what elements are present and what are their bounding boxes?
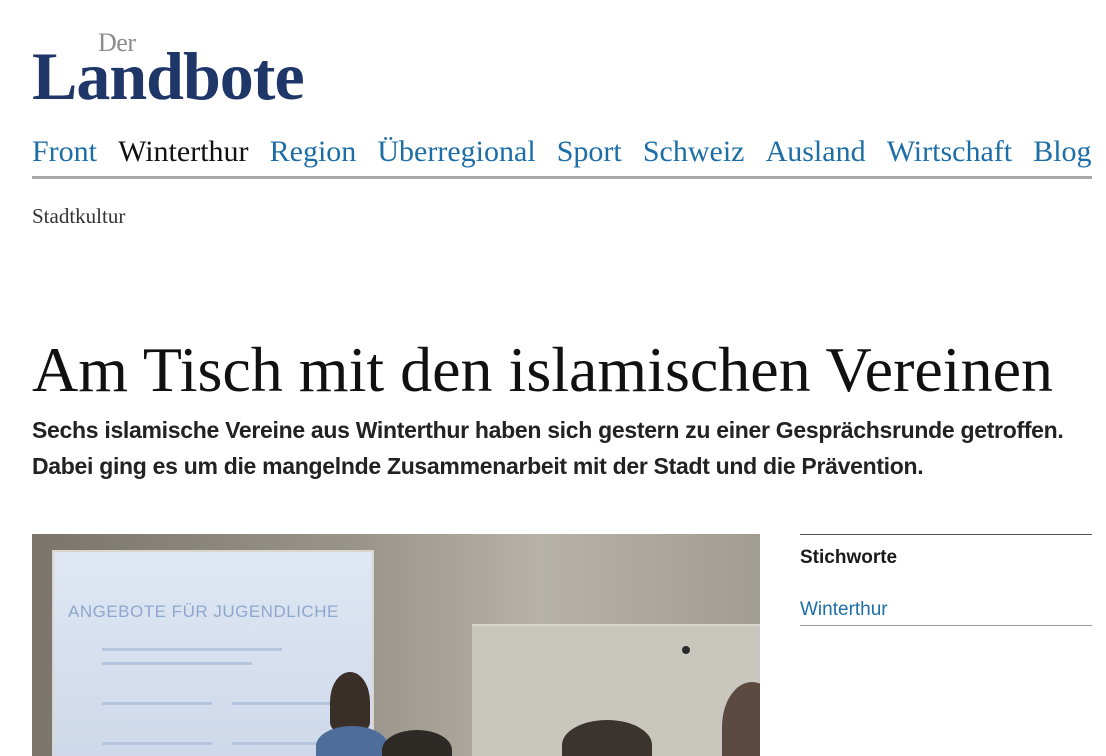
photo-screen-title: ANGEBOTE FÜR JUGENDLICHE (68, 602, 339, 621)
site-logo[interactable]: Der Landbote (32, 28, 305, 114)
nav-item-ausland[interactable]: Ausland (766, 132, 866, 172)
keyword-link-winterthur[interactable]: Winterthur (800, 599, 1092, 626)
article-headline: Am Tisch mit den islamischen Vereinen (32, 334, 1053, 405)
photo-screen-line (102, 662, 252, 665)
keywords-sidebar: Stichworte Winterthur (800, 534, 1092, 626)
photo-screen-line (102, 742, 212, 745)
logo-main-text: Landbote (32, 38, 305, 114)
nav-item-schweiz[interactable]: Schweiz (643, 132, 745, 172)
subnav-stadtkultur[interactable]: Stadtkultur (32, 204, 125, 229)
main-navigation: Front Winterthur Region Überregional Spo… (32, 132, 1092, 179)
nav-item-front[interactable]: Front (32, 132, 97, 172)
nav-item-wirtschaft[interactable]: Wirtschaft (887, 132, 1012, 172)
photo-screen-line (232, 702, 342, 705)
photo-screen-line (102, 702, 212, 705)
photo-projection-screen: ANGEBOTE FÜR JUGENDLICHE (54, 552, 372, 756)
keywords-title: Stichworte (800, 547, 898, 568)
nav-item-blogs[interactable]: Blogs/Le (1033, 132, 1092, 172)
nav-item-winterthur[interactable]: Winterthur (118, 132, 248, 172)
nav-item-ueberregional[interactable]: Überregional (377, 132, 535, 172)
nav-item-region[interactable]: Region (270, 132, 357, 172)
article-photo[interactable]: ANGEBOTE FÜR JUGENDLICHE (32, 534, 760, 756)
photo-screen-line (102, 648, 282, 651)
article-lead: Sechs islamische Vereine aus Winterthur … (32, 417, 1064, 479)
photo-person-presenter (330, 672, 370, 732)
nav-item-sport[interactable]: Sport (557, 132, 622, 172)
photo-wall-marker (682, 646, 690, 654)
